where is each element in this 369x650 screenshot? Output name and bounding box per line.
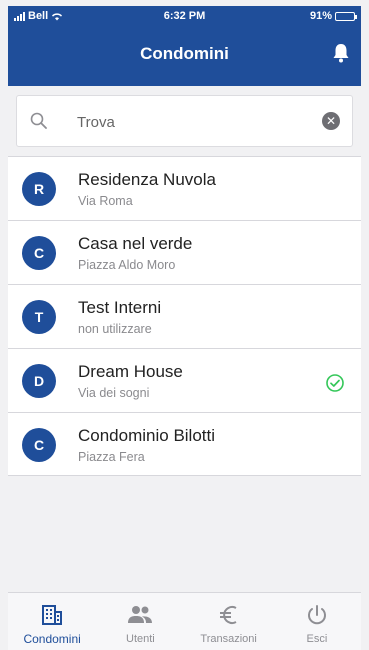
tab-label: Transazioni [200, 633, 257, 645]
condominio-address: Piazza Fera [78, 450, 145, 464]
users-icon [128, 606, 153, 623]
condominio-address: Piazza Aldo Moro [78, 258, 176, 272]
condominio-name: Dream House [78, 362, 183, 381]
euro-icon [219, 606, 237, 624]
battery-icon [335, 11, 357, 21]
status-right: 91% [309, 10, 357, 22]
title-bar: Condomini [8, 26, 361, 86]
condomini-list: R Residenza Nuvola Via Roma C Casa nel verde… [8, 156, 361, 476]
tab-label: Condomini [23, 632, 81, 646]
avatar: R [22, 172, 56, 206]
list-item[interactable]: D Dream House Via dei sogni [8, 348, 361, 412]
status-bar: Bell 6:32 PM 91% [8, 6, 361, 26]
condominio-name: Condominio Bilotti [78, 426, 216, 445]
tab-esci[interactable]: Esci [273, 593, 361, 650]
tab-transazioni[interactable]: Transazioni [185, 593, 273, 650]
power-icon [307, 605, 326, 625]
tab-utenti[interactable]: Utenti [96, 593, 184, 650]
bell-icon[interactable] [331, 42, 351, 64]
battery-label: 91% [309, 10, 332, 22]
avatar: C [22, 428, 56, 462]
building-icon [42, 605, 63, 625]
avatar: D [22, 364, 56, 398]
tab-bar: Condomini Utenti Transazioni Esci [8, 592, 361, 650]
search-bar: ✕ [16, 95, 353, 147]
search-input[interactable] [77, 108, 307, 136]
tab-condomini[interactable]: Condomini [8, 593, 96, 650]
search-icon [30, 112, 47, 129]
condominio-name: Residenza Nuvola [78, 170, 216, 189]
condominio-address: Via Roma [78, 194, 133, 208]
avatar: T [22, 300, 56, 334]
condominio-name: Test Interni [78, 298, 162, 317]
status-time: 6:32 PM [163, 10, 206, 22]
avatar: C [22, 236, 56, 270]
search-section: ✕ [8, 86, 361, 156]
condominio-address: Via dei sogni [78, 386, 150, 400]
clear-search-icon[interactable]: ✕ [322, 112, 340, 130]
tab-label: Utenti [126, 633, 155, 645]
page-title: Condomini [140, 44, 229, 63]
list-item[interactable]: C Casa nel verde Piazza Aldo Moro [8, 220, 361, 284]
app-header: Bell 6:32 PM 91% Condomini [8, 6, 361, 86]
condominio-address: non utilizzare [78, 322, 152, 336]
condominio-name: Casa nel verde [78, 234, 193, 253]
list-item[interactable]: C Condominio Bilotti Piazza Fera [8, 412, 361, 476]
list-item[interactable]: R Residenza Nuvola Via Roma [8, 156, 361, 220]
list-item[interactable]: T Test Interni non utilizzare [8, 284, 361, 348]
tab-label: Esci [306, 633, 328, 645]
check-circle-icon [326, 374, 344, 392]
